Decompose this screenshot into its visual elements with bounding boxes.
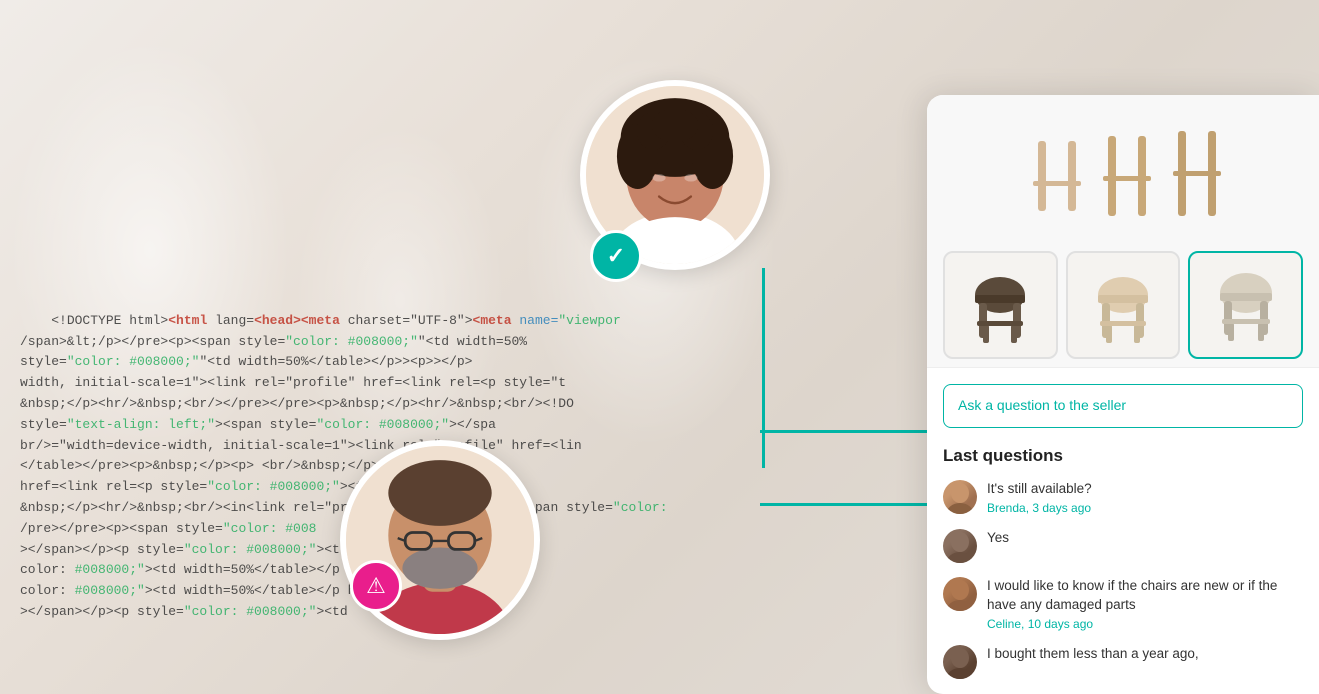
thumbnail-3[interactable] bbox=[1188, 251, 1303, 359]
question-meta-1: Brenda, 3 days ago bbox=[987, 501, 1303, 515]
question-avatar-4 bbox=[943, 645, 977, 679]
question-content-3: I would like to know if the chairs are n… bbox=[987, 577, 1303, 631]
question-text-2: Yes bbox=[987, 529, 1303, 548]
last-questions-title: Last questions bbox=[943, 446, 1303, 466]
ask-input-placeholder: Ask a question to the seller bbox=[958, 397, 1126, 413]
warning-badge bbox=[350, 560, 402, 612]
product-images-section bbox=[927, 95, 1319, 368]
connection-line-vertical bbox=[762, 268, 765, 468]
question-item-2: Yes bbox=[943, 529, 1303, 563]
question-text-4: I bought them less than a year ago, bbox=[987, 645, 1303, 664]
question-item-1: It's still available? Brenda, 3 days ago bbox=[943, 480, 1303, 515]
question-avatar-1 bbox=[943, 480, 977, 514]
question-text-3: I would like to know if the chairs are n… bbox=[987, 577, 1303, 615]
main-product-image bbox=[943, 111, 1303, 241]
question-avatar-2 bbox=[943, 529, 977, 563]
thumbnail-1[interactable] bbox=[943, 251, 1058, 359]
question-avatar-3 bbox=[943, 577, 977, 611]
ask-question-input[interactable]: Ask a question to the seller bbox=[943, 384, 1303, 428]
check-badge bbox=[590, 230, 642, 282]
question-item-4: I bought them less than a year ago, bbox=[943, 645, 1303, 679]
qa-section: Ask a question to the seller Last questi… bbox=[927, 368, 1319, 694]
question-content-4: I bought them less than a year ago, bbox=[987, 645, 1303, 666]
question-meta-3: Celine, 10 days ago bbox=[987, 617, 1303, 631]
question-content-2: Yes bbox=[987, 529, 1303, 550]
connection-line-horizontal-1 bbox=[760, 430, 950, 433]
question-text-1: It's still available? bbox=[987, 480, 1303, 499]
thumbnail-2[interactable] bbox=[1066, 251, 1181, 359]
main-chair-svg bbox=[1023, 121, 1223, 231]
question-content-1: It's still available? Brenda, 3 days ago bbox=[987, 480, 1303, 515]
question-item-3: I would like to know if the chairs are n… bbox=[943, 577, 1303, 631]
connection-line-horizontal-2 bbox=[760, 503, 950, 506]
right-panel: Ask a question to the seller Last questi… bbox=[927, 95, 1319, 694]
thumbnail-row bbox=[943, 251, 1303, 359]
